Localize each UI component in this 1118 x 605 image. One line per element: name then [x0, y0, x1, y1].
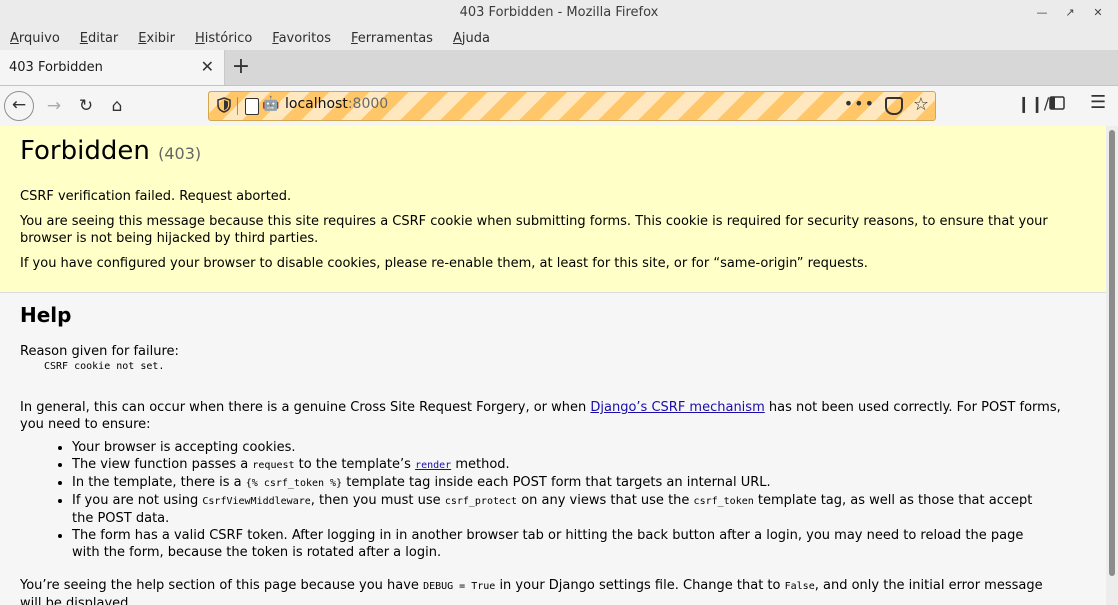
- tracking-protection-shield-icon[interactable]: [217, 97, 231, 113]
- reload-icon[interactable]: ↻: [72, 92, 100, 120]
- b3-text-b: template tag inside each POST form that …: [342, 475, 771, 490]
- requirements-list: Your browser is accepting cookies. The v…: [20, 439, 1086, 561]
- b3-code: {% csrf_token %}: [245, 478, 343, 489]
- menu-favoritos[interactable]: Favoritos: [272, 31, 331, 46]
- forward-arrow-icon[interactable]: →: [40, 92, 68, 120]
- error-summary: Forbidden (403) CSRF verification failed…: [0, 126, 1106, 293]
- close-tab-icon[interactable]: ✕: [201, 57, 214, 76]
- library-icon[interactable]: ❙❙∕: [1017, 94, 1049, 113]
- scrollbar-thumb[interactable]: [1109, 130, 1115, 576]
- window-title: 403 Forbidden - Mozilla Firefox: [459, 5, 659, 20]
- list-item: The form has a valid CSRF token. After l…: [72, 527, 1086, 561]
- b2-code: request: [252, 460, 295, 471]
- reason-text: CSRF cookie not set.: [44, 361, 165, 372]
- render-link[interactable]: render: [415, 460, 451, 471]
- debug-paragraph: You’re seeing the help section of this p…: [20, 577, 1086, 605]
- menu-arquivo[interactable]: Arquivo: [10, 31, 60, 46]
- b3-text-a: In the template, there is a: [72, 475, 246, 490]
- list-item: The view function passes a request to th…: [72, 456, 1086, 474]
- home-icon[interactable]: ⌂: [103, 92, 131, 120]
- general-text-before: In general, this can occur when there is…: [20, 400, 591, 415]
- sidebar-icon[interactable]: [1049, 95, 1065, 114]
- page-content: Forbidden (403) CSRF verification failed…: [0, 126, 1106, 605]
- window-titlebar: 403 Forbidden - Mozilla Firefox — ↗ ✕: [0, 0, 1118, 26]
- b4-code-1: CsrfViewMiddleware: [202, 496, 311, 507]
- summary-paragraph-3: If you have configured your browser to d…: [20, 256, 868, 271]
- page-actions-more-icon[interactable]: •••: [844, 94, 875, 113]
- help-title: Help: [20, 303, 72, 327]
- page-scrollbar[interactable]: [1106, 126, 1118, 605]
- back-arrow-icon[interactable]: ←: [4, 91, 34, 121]
- list-item: If you are not using CsrfViewMiddleware,…: [72, 492, 1086, 527]
- tab-title: 403 Forbidden: [9, 60, 103, 75]
- summary-paragraph-1: CSRF verification failed. Request aborte…: [20, 189, 292, 204]
- b2-text-c: method.: [451, 457, 510, 472]
- remote-control-robot-icon: 🤖: [262, 96, 280, 112]
- debug-text-a: You’re seeing the help section of this p…: [20, 578, 424, 593]
- b4-text-b: , then you must use: [310, 493, 445, 508]
- menu-ajuda[interactable]: Ajuda: [453, 31, 490, 46]
- status-code: (403): [158, 144, 202, 163]
- restore-icon[interactable]: ↗: [1060, 3, 1080, 23]
- tab-strip: 403 Forbidden ✕ +: [0, 50, 1118, 86]
- tab-active[interactable]: 403 Forbidden ✕: [0, 50, 225, 85]
- urlbar-separator: [237, 97, 238, 115]
- url-bar[interactable]: 🤖 localhost:8000 ••• ☆: [208, 91, 936, 121]
- list-item: In the template, there is a {% csrf_toke…: [72, 474, 1086, 492]
- menu-ferramentas[interactable]: Ferramentas: [351, 31, 433, 46]
- b4-code-3: csrf_token: [693, 496, 754, 507]
- page-title: Forbidden (403): [20, 136, 1086, 166]
- menu-historico[interactable]: Histórico: [195, 31, 252, 46]
- url-port: :8000: [347, 96, 389, 112]
- list-item: Your browser is accepting cookies.: [72, 439, 1086, 456]
- b4-code-2: csrf_protect: [444, 496, 518, 507]
- new-tab-icon[interactable]: +: [230, 54, 252, 79]
- page-info-icon[interactable]: [245, 98, 259, 115]
- general-paragraph: In general, this can occur when there is…: [20, 399, 1086, 433]
- summary-paragraph-2: You are seeing this message because this…: [20, 214, 1048, 246]
- debug-code-2: False: [784, 581, 815, 592]
- navigation-bar: ← → ↻ ⌂ 🤖 localhost:8000 ••• ☆ ❙❙∕ ☰: [0, 86, 1118, 127]
- hamburger-menu-icon[interactable]: ☰: [1090, 92, 1106, 113]
- bookmark-star-icon[interactable]: ☆: [913, 94, 929, 115]
- url-host: localhost: [285, 96, 348, 112]
- page-title-text: Forbidden: [20, 136, 150, 166]
- django-csrf-link[interactable]: Django’s CSRF mechanism: [590, 400, 764, 415]
- url-text[interactable]: localhost:8000: [285, 96, 388, 112]
- b4-text-a: If you are not using: [72, 493, 203, 508]
- help-section: Help Reason given for failure: CSRF cook…: [0, 293, 1106, 605]
- debug-text-b: in your Django settings file. Change tha…: [495, 578, 785, 593]
- reason-label: Reason given for failure:: [20, 344, 179, 359]
- menu-editar[interactable]: Editar: [80, 31, 119, 46]
- b2-text-b: to the template’s: [294, 457, 416, 472]
- minimize-icon[interactable]: —: [1032, 3, 1052, 23]
- debug-code-1: DEBUG = True: [423, 581, 496, 592]
- close-window-icon[interactable]: ✕: [1088, 3, 1108, 23]
- menu-exibir[interactable]: Exibir: [138, 31, 175, 46]
- menu-bar: Arquivo Editar Exibir Histórico Favorito…: [0, 26, 1118, 50]
- b4-text-c: on any views that use the: [517, 493, 694, 508]
- b2-text-a: The view function passes a: [72, 457, 253, 472]
- pocket-icon[interactable]: [885, 97, 903, 115]
